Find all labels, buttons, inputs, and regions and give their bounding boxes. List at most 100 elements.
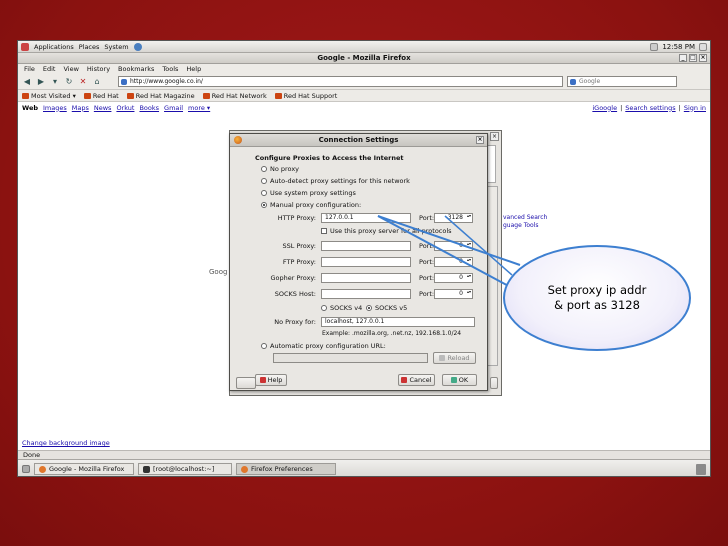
minimize-icon[interactable]: _ <box>679 54 687 62</box>
firefox-icon <box>39 465 46 473</box>
menu-bookmarks[interactable]: Bookmarks <box>118 65 154 73</box>
history-dropdown-icon[interactable]: ▾ <box>50 77 60 87</box>
google-link-images[interactable]: Images <box>43 104 67 112</box>
google-link-gmail[interactable]: Gmail <box>164 104 183 112</box>
http-port-input[interactable]: 3128 <box>434 213 473 223</box>
menu-view[interactable]: View <box>63 65 78 73</box>
igoogle-link[interactable]: iGoogle <box>592 104 617 112</box>
home-icon[interactable]: ⌂ <box>92 77 102 87</box>
tray-icon[interactable] <box>650 42 659 51</box>
favicon-icon <box>121 78 127 85</box>
radio-button[interactable] <box>261 166 267 172</box>
preferences-close-button[interactable] <box>490 377 498 389</box>
radio-button[interactable] <box>261 343 267 349</box>
back-icon[interactable]: ◀ <box>22 77 32 87</box>
google-link-web[interactable]: Web <box>22 104 38 112</box>
auto-config-url-input[interactable] <box>273 353 428 363</box>
language-tools-link[interactable]: guage Tools <box>503 222 547 230</box>
task-firefox-preferences[interactable]: Firefox Preferences <box>236 463 336 475</box>
gopher-proxy-input[interactable] <box>321 273 411 283</box>
radio-socks-v5[interactable]: SOCKS v5 <box>366 304 407 312</box>
bookmark-icon <box>83 92 91 99</box>
google-link-books[interactable]: Books <box>139 104 159 112</box>
google-link-news[interactable]: News <box>94 104 112 112</box>
ftp-port-input[interactable]: 0 <box>434 257 473 267</box>
radio-button-selected[interactable] <box>366 305 372 311</box>
same-proxy-checkbox-row[interactable]: Use this proxy server for all protocols <box>321 227 452 235</box>
radio-socks-v4[interactable]: SOCKS v4 <box>321 304 362 312</box>
gopher-port-input[interactable]: 0 <box>434 273 473 283</box>
same-proxy-checkbox[interactable] <box>321 228 327 234</box>
google-button-fragment[interactable]: Goog <box>209 268 227 276</box>
http-port-label: Port: <box>419 214 435 222</box>
close-icon[interactable]: × <box>476 136 484 144</box>
task-firefox[interactable]: Google - Mozilla Firefox <box>34 463 134 475</box>
menu-edit[interactable]: Edit <box>43 65 56 73</box>
volume-icon[interactable] <box>699 42 707 51</box>
panel-menu-applications[interactable]: Applications <box>34 43 74 51</box>
close-icon[interactable]: × <box>699 54 707 62</box>
google-link-maps[interactable]: Maps <box>72 104 89 112</box>
bookmark-label: Red Hat Network <box>211 91 267 100</box>
sign-in-link[interactable]: Sign in <box>684 104 706 112</box>
change-background-link[interactable]: Change background image <box>22 439 110 447</box>
help-button[interactable]: Help <box>255 374 287 386</box>
ssl-proxy-label: SSL Proxy: <box>282 242 316 250</box>
panel-menu-system[interactable]: System <box>104 43 128 51</box>
ftp-proxy-input[interactable] <box>321 257 411 267</box>
network-icon[interactable] <box>133 42 142 51</box>
radio-system-proxy[interactable]: Use system proxy settings <box>261 189 356 197</box>
panel-clock[interactable]: 12:58 PM <box>662 43 695 51</box>
task-terminal[interactable]: [root@localhost:~] <box>138 463 232 475</box>
menu-help[interactable]: Help <box>186 65 201 73</box>
callout-text-line1: Set proxy ip addr <box>547 283 647 297</box>
menu-history[interactable]: History <box>87 65 110 73</box>
menu-tools[interactable]: Tools <box>162 65 178 73</box>
cancel-button[interactable]: Cancel <box>398 374 435 386</box>
bookmark-red-hat[interactable]: Red Hat <box>83 92 119 100</box>
trash-icon[interactable] <box>696 463 706 475</box>
google-link-orkut[interactable]: Orkut <box>116 104 134 112</box>
search-input[interactable]: Google <box>567 76 677 87</box>
maximize-icon[interactable]: □ <box>689 54 697 62</box>
menu-file[interactable]: File <box>24 65 35 73</box>
terminal-icon <box>143 465 150 473</box>
bookmark-most-visited[interactable]: Most Visited ▾ <box>22 92 76 100</box>
stop-icon[interactable]: ✕ <box>78 77 88 87</box>
radio-auto-config[interactable]: Automatic proxy configuration URL: <box>261 342 386 350</box>
reload-icon[interactable]: ↻ <box>64 77 74 87</box>
radio-button[interactable] <box>261 190 267 196</box>
radio-no-proxy[interactable]: No proxy <box>261 165 299 173</box>
ok-button[interactable]: OK <box>442 374 477 386</box>
bookmark-red-hat-network[interactable]: Red Hat Network <box>202 91 267 100</box>
google-link-more[interactable]: more ▾ <box>188 104 210 112</box>
radio-auto-detect[interactable]: Auto-detect proxy settings for this netw… <box>261 177 410 185</box>
bookmark-red-hat-magazine[interactable]: Red Hat Magazine <box>126 92 195 100</box>
panel-menu-places[interactable]: Places <box>79 43 100 51</box>
close-icon[interactable]: × <box>490 132 499 141</box>
advanced-search-link[interactable]: vanced Search <box>503 214 547 222</box>
window-title: Google - Mozilla Firefox <box>317 54 411 62</box>
no-proxy-input[interactable]: localhost, 127.0.0.1 <box>321 317 475 327</box>
radio-button-selected[interactable] <box>261 202 267 208</box>
socks-host-input[interactable] <box>321 289 411 299</box>
navigation-toolbar: ◀ ▶ ▾ ↻ ✕ ⌂ http://www.google.co.in/ Goo… <box>18 74 710 90</box>
radio-button[interactable] <box>321 305 327 311</box>
bookmark-label: Most Visited ▾ <box>31 91 76 100</box>
preferences-help-button[interactable] <box>236 377 256 389</box>
url-bar[interactable]: http://www.google.co.in/ <box>118 76 563 87</box>
radio-manual-proxy[interactable]: Manual proxy configuration: <box>261 201 361 209</box>
ssl-port-input[interactable]: 0 <box>434 241 473 251</box>
show-desktop-icon[interactable] <box>22 465 30 473</box>
search-settings-link[interactable]: Search settings <box>625 104 675 112</box>
http-proxy-input[interactable]: 127.0.0.1 <box>321 213 411 223</box>
button-label: Help <box>267 376 283 384</box>
radio-label: No proxy <box>270 165 300 173</box>
forward-icon[interactable]: ▶ <box>36 77 46 87</box>
reload-button[interactable]: Reload <box>433 352 476 364</box>
socks-port-input[interactable]: 0 <box>434 289 473 299</box>
gnome-top-panel: Applications Places System 12:58 PM <box>18 41 710 53</box>
ssl-proxy-input[interactable] <box>321 241 411 251</box>
bookmark-red-hat-support[interactable]: Red Hat Support <box>274 92 337 100</box>
radio-button[interactable] <box>261 178 267 184</box>
